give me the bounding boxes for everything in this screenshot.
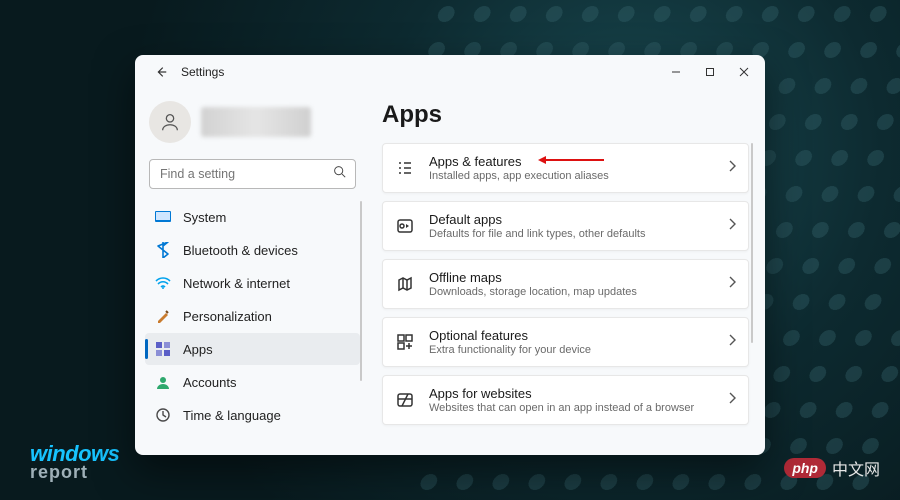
- card-apps-websites[interactable]: Apps for websites Websites that can open…: [382, 375, 749, 425]
- chevron-right-icon: [728, 159, 736, 177]
- titlebar: Settings: [135, 55, 765, 89]
- card-text: Offline maps Downloads, storage location…: [429, 270, 714, 298]
- card-title: Offline maps: [429, 270, 714, 285]
- sidebar-item-personalize[interactable]: Personalization: [145, 300, 360, 332]
- annotation-arrow-icon: [536, 154, 606, 166]
- offline-maps-icon: [395, 274, 415, 294]
- window-title: Settings: [181, 65, 224, 79]
- card-subtitle: Defaults for file and link types, other …: [429, 228, 714, 240]
- search-icon: [333, 165, 346, 183]
- network-icon: [155, 275, 171, 291]
- optional-features-icon: [395, 332, 415, 352]
- maximize-icon: [705, 67, 715, 77]
- sidebar-item-label: Bluetooth & devices: [183, 243, 298, 258]
- system-icon: [155, 209, 171, 225]
- main-panel: Apps Apps & features Installed apps, app…: [370, 89, 765, 455]
- sidebar-item-bluetooth[interactable]: Bluetooth & devices: [145, 234, 360, 266]
- back-button[interactable]: [149, 60, 173, 84]
- sidebar-item-label: Personalization: [183, 309, 272, 324]
- sidebar-item-network[interactable]: Network & internet: [145, 267, 360, 299]
- apps-websites-icon: [395, 390, 415, 410]
- sidebar-item-label: Apps: [183, 342, 213, 357]
- avatar: [149, 101, 191, 143]
- sidebar-item-system[interactable]: System: [145, 201, 360, 233]
- search-input[interactable]: [149, 159, 356, 189]
- chevron-right-icon: [728, 217, 736, 235]
- close-button[interactable]: [727, 58, 761, 86]
- card-default-apps[interactable]: Default apps Defaults for file and link …: [382, 201, 749, 251]
- sidebar-item-label: Accounts: [183, 375, 236, 390]
- card-text: Apps for websites Websites that can open…: [429, 386, 714, 414]
- maximize-button[interactable]: [693, 58, 727, 86]
- apps-icon: [155, 341, 171, 357]
- bluetooth-icon: [155, 242, 171, 258]
- sidebar-nav: System Bluetooth & devices Network & int…: [145, 201, 360, 431]
- search-field[interactable]: [149, 159, 356, 189]
- personalize-icon: [155, 308, 171, 324]
- card-subtitle: Downloads, storage location, map updates: [429, 286, 714, 298]
- card-text: Default apps Defaults for file and link …: [429, 212, 714, 240]
- accounts-icon: [155, 374, 171, 390]
- sidebar-item-label: System: [183, 210, 226, 225]
- chevron-right-icon: [728, 275, 736, 293]
- close-icon: [739, 67, 749, 77]
- card-subtitle: Installed apps, app execution aliases: [429, 170, 714, 182]
- card-text: Optional features Extra functionality fo…: [429, 328, 714, 356]
- sidebar: System Bluetooth & devices Network & int…: [135, 89, 370, 455]
- sidebar-item-label: Time & language: [183, 408, 281, 423]
- card-optional-features[interactable]: Optional features Extra functionality fo…: [382, 317, 749, 367]
- watermark-windowsreport: windows report: [30, 444, 119, 480]
- apps-features-icon: [395, 158, 415, 178]
- settings-window: Settings: [135, 55, 765, 455]
- sidebar-item-apps[interactable]: Apps: [145, 333, 360, 365]
- sidebar-item-accounts[interactable]: Accounts: [145, 366, 360, 398]
- minimize-button[interactable]: [659, 58, 693, 86]
- card-title: Apps for websites: [429, 386, 714, 401]
- chevron-right-icon: [728, 333, 736, 351]
- card-title: Default apps: [429, 212, 714, 227]
- sidebar-item-label: Network & internet: [183, 276, 290, 291]
- card-offline-maps[interactable]: Offline maps Downloads, storage location…: [382, 259, 749, 309]
- arrow-left-icon: [154, 65, 168, 79]
- time-language-icon: [155, 407, 171, 423]
- sidebar-item-time-language[interactable]: Time & language: [145, 399, 360, 431]
- default-apps-icon: [395, 216, 415, 236]
- card-text: Apps & features Installed apps, app exec…: [429, 154, 714, 182]
- profile-section[interactable]: [145, 93, 360, 157]
- card-title: Optional features: [429, 328, 714, 343]
- person-icon: [159, 111, 181, 133]
- watermark-phpcn: php 中文网: [784, 456, 880, 480]
- chevron-right-icon: [728, 391, 736, 409]
- profile-name-redacted: [201, 107, 311, 137]
- card-title: Apps & features: [429, 154, 714, 169]
- card-subtitle: Websites that can open in an app instead…: [429, 402, 714, 414]
- minimize-icon: [671, 67, 681, 77]
- card-apps-features[interactable]: Apps & features Installed apps, app exec…: [382, 143, 749, 193]
- settings-cards: Apps & features Installed apps, app exec…: [382, 143, 749, 425]
- card-subtitle: Extra functionality for your device: [429, 344, 714, 356]
- page-title: Apps: [382, 101, 749, 129]
